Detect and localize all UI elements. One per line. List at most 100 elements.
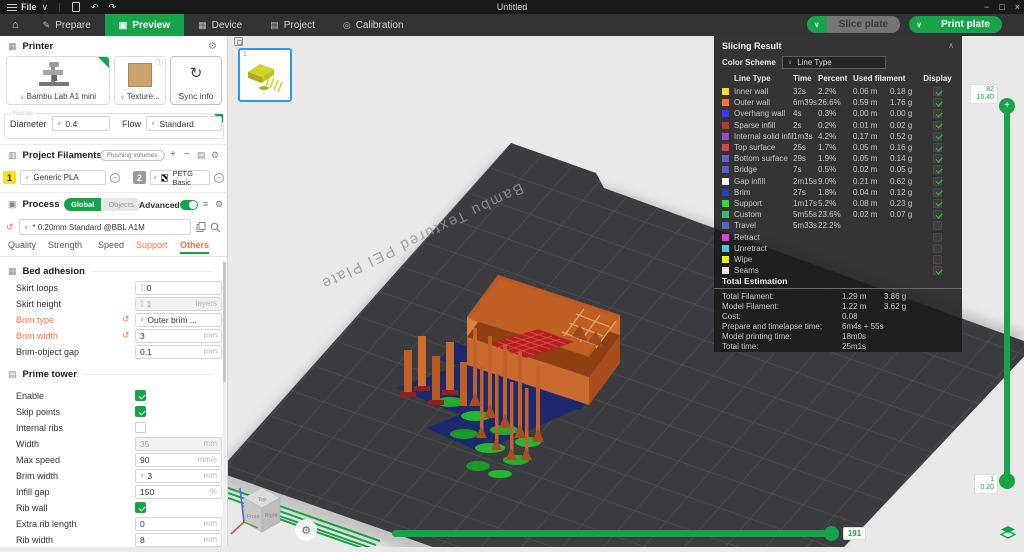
display-checkbox[interactable] (933, 233, 942, 242)
extra-rib-length-input[interactable]: 0mm (135, 517, 222, 531)
brim-type-select[interactable]: ∨ Outer brim ... (135, 313, 222, 327)
print-options-chevron-icon[interactable]: ∨ (909, 16, 929, 33)
display-checkbox[interactable] (933, 199, 942, 208)
display-checkbox[interactable] (933, 244, 942, 253)
color-scheme-select[interactable]: ∨ Line Type (782, 56, 886, 69)
scope-global[interactable]: Global (64, 198, 101, 211)
layer-top-label: 8216.40 (970, 84, 998, 104)
copy-preset-icon[interactable] (196, 222, 206, 232)
printer-card[interactable]: ∨ Bambu Lab A1 mini (6, 56, 110, 105)
tab-calibration[interactable]: ◎ Calibration (329, 14, 418, 36)
maximize-button[interactable]: □ (999, 2, 1004, 12)
tab-quality[interactable]: Quality (8, 240, 36, 250)
preset-reset-icon[interactable]: ↺ (6, 222, 14, 233)
setting-row: Internal ribs (0, 420, 228, 435)
minimize-button[interactable]: − (984, 2, 989, 12)
plate-list-icon[interactable] (234, 37, 243, 46)
filament1-color-badge[interactable]: 1 (3, 171, 16, 184)
display-checkbox[interactable] (933, 87, 942, 96)
orientation-cube[interactable]: Top Front Right (231, 488, 280, 534)
slice-plate-button[interactable]: ∨ Slice plate (807, 16, 900, 33)
filament1-select[interactable]: ∨ Generic PLA (20, 170, 106, 185)
display-checkbox[interactable] (933, 109, 942, 118)
close-button[interactable]: × (1015, 2, 1020, 12)
skip-points-checkbox[interactable] (135, 406, 146, 417)
display-checkbox[interactable] (933, 177, 942, 186)
reset-icon[interactable]: ↺ (122, 330, 130, 341)
flow-select[interactable]: ∨ Standard (146, 116, 222, 131)
printer-settings-gear-icon[interactable]: ⚙ (208, 41, 217, 52)
view-all-settings-icon[interactable]: ≡ (203, 199, 208, 209)
tower-brim-width-select[interactable]: ∨3mm (135, 469, 222, 483)
display-checkbox[interactable] (933, 143, 942, 152)
tab-project[interactable]: ▤ Project (256, 14, 329, 36)
process-preset-select[interactable]: ∨ * 0.20mm Standard @BBL A1M (19, 219, 191, 235)
display-checkbox[interactable] (933, 132, 942, 141)
plate-info-icon[interactable]: ⓘ (156, 57, 163, 67)
slice-options-chevron-icon[interactable]: ∨ (807, 16, 827, 33)
brim-object-gap-input[interactable]: 0.1 mm (135, 345, 222, 359)
skirt-height-stepper[interactable]: ∧∨ 1 layers (135, 297, 222, 311)
layer-slider-bottom-handle[interactable] (999, 473, 1015, 489)
nozzle-diameter-select[interactable]: ∨ 0.4 (52, 116, 110, 131)
add-filament-button[interactable]: + (170, 149, 176, 160)
layer-slider[interactable]: + 8216.40 10.20 (1004, 106, 1010, 482)
display-checkbox[interactable] (933, 121, 942, 130)
tab-strength[interactable]: Strength (48, 240, 82, 250)
line-type-color-swatch (722, 110, 729, 117)
filament2-select[interactable]: ∨ PETG Basic (150, 170, 210, 185)
tune-icon[interactable]: ⚙ (215, 199, 223, 210)
width-input[interactable]: 35mm (135, 437, 222, 451)
remove-filament-button[interactable]: − (184, 149, 190, 160)
skirt-loops-stepper[interactable]: ∧∨ 0 (135, 281, 222, 295)
tab-support[interactable]: Support (136, 240, 168, 250)
max-speed-input[interactable]: 90mm/s (135, 453, 222, 467)
ams-icon[interactable]: ▤ (197, 150, 206, 161)
home-tab[interactable]: ⌂ (0, 14, 29, 36)
rib-wall-checkbox[interactable] (135, 502, 146, 513)
chevron-down-icon: ∨ (57, 120, 61, 127)
filament2-color-badge[interactable]: 2 (133, 171, 146, 184)
move-slider-handle[interactable] (824, 526, 839, 541)
tab-prepare[interactable]: ✎ Prepare (29, 14, 105, 36)
move-slider[interactable]: 191 (392, 530, 838, 537)
infill-gap-input[interactable]: 150% (135, 485, 222, 499)
line-type-row: Retract (722, 231, 954, 242)
viewport-settings-button[interactable]: ⚙ (295, 519, 317, 541)
tab-device[interactable]: ▦ Device (184, 14, 256, 36)
display-checkbox[interactable] (933, 188, 942, 197)
enable-checkbox[interactable] (135, 390, 146, 401)
display-checkbox[interactable] (933, 221, 942, 230)
scope-objects[interactable]: Objects (101, 198, 140, 211)
flushing-volumes-button[interactable]: Flushing volumes (100, 150, 165, 161)
line-type-color-swatch (722, 245, 729, 252)
tab-speed[interactable]: Speed (98, 240, 124, 250)
layer-slider-top-handle[interactable]: + (999, 98, 1015, 114)
sidebar-scrollbar-thumb[interactable] (223, 262, 226, 382)
display-checkbox[interactable] (933, 154, 942, 163)
plate-type-card[interactable]: ⓘ ∨ Texture... (114, 56, 166, 105)
print-plate-button[interactable]: ∨ Print plate (909, 16, 1002, 33)
layers-icon[interactable] (1000, 525, 1016, 540)
display-checkbox[interactable] (933, 266, 942, 275)
filament2-remove-icon[interactable]: − (214, 173, 224, 183)
brim-width-input[interactable]: 3 mm (135, 329, 222, 343)
sync-info-button[interactable]: ↻ Sync info (170, 56, 222, 105)
layer-bottom-label: 10.20 (974, 474, 998, 494)
search-icon[interactable] (210, 222, 221, 233)
stepper-arrows-icon[interactable]: ∧∨ (140, 284, 144, 292)
tab-preview[interactable]: ▣ Preview (105, 14, 184, 36)
display-checkbox[interactable] (933, 255, 942, 264)
internal-ribs-checkbox[interactable] (135, 422, 146, 433)
collapse-panel-icon[interactable]: ∧ (948, 41, 954, 50)
display-checkbox[interactable] (933, 98, 942, 107)
display-checkbox[interactable] (933, 210, 942, 219)
reset-icon[interactable]: ↺ (122, 314, 130, 325)
process-scope-toggle[interactable]: Global Objects (64, 198, 141, 211)
filament-settings-gear-icon[interactable]: ⚙ (211, 150, 219, 161)
advanced-toggle[interactable] (180, 200, 198, 210)
tab-others[interactable]: Others (180, 240, 209, 250)
plate-thumbnail[interactable]: 1 (238, 48, 292, 102)
display-checkbox[interactable] (933, 165, 942, 174)
filament1-remove-icon[interactable]: − (110, 173, 120, 183)
